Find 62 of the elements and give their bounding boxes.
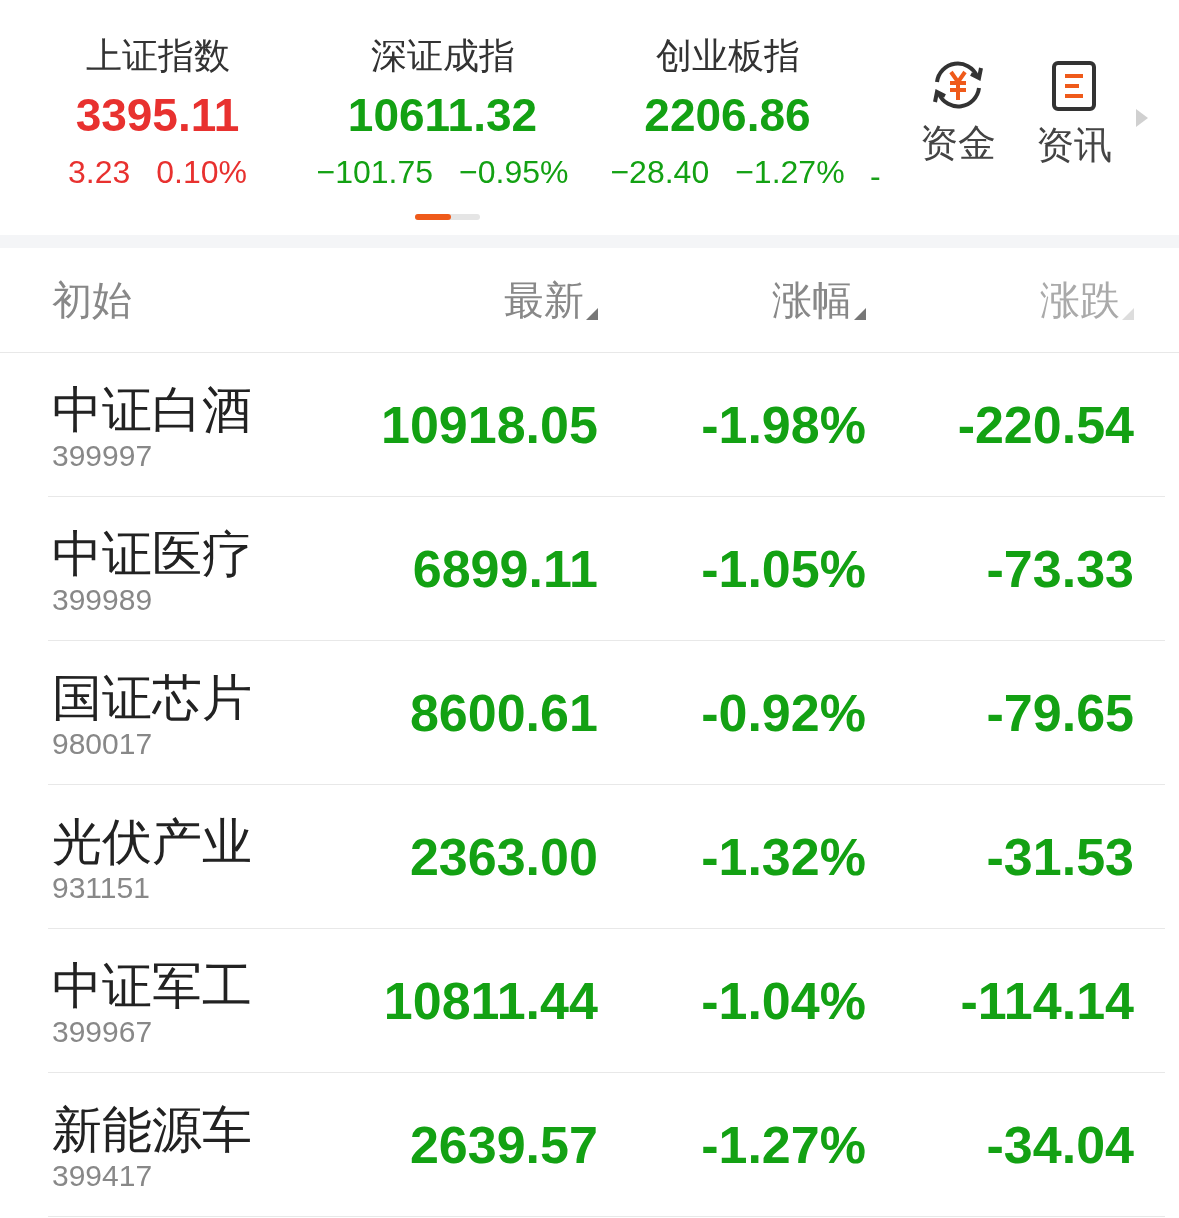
index-code: 399417	[52, 1160, 154, 1191]
sort-column-header[interactable]: 最新	[503, 280, 598, 320]
sort-icon	[1122, 308, 1134, 320]
index-value: 2206.86	[644, 92, 811, 138]
index-name: 国证芯片	[52, 672, 253, 723]
column-header: 初始	[52, 280, 132, 320]
index-card[interactable]: 深证成指 10611.32 −101.75 −0.95%	[300, 38, 585, 188]
change-percent: -0.92%	[701, 686, 866, 739]
index-card[interactable]: 创业板指 2206.86 −28.40 −1.27%	[585, 38, 870, 188]
change-amount: -31.53	[986, 830, 1134, 883]
index-row[interactable]: 光伏产业 931151 2363.00 -1.32% -31.53	[48, 785, 1165, 929]
document-icon	[1051, 60, 1097, 112]
index-card[interactable]: 上证指数 3395.11 3.23 0.10%	[15, 38, 300, 188]
index-row[interactable]: 国证芯片 980017 8600.61 -0.92% -79.65	[48, 641, 1165, 785]
shortcut-button[interactable]: 资讯	[1036, 60, 1112, 164]
index-code: 931151	[52, 872, 151, 903]
index-value: 3395.11	[75, 92, 240, 138]
index-row[interactable]: 新能源车 399417 2639.57 -1.27% -34.04	[48, 1073, 1165, 1217]
index-change: −101.75	[316, 156, 434, 188]
change-percent: -1.05%	[701, 542, 866, 595]
latest-price: 2639.57	[409, 1118, 598, 1171]
sort-icon	[853, 308, 866, 320]
latest-price: 2363.00	[409, 830, 598, 883]
index-change: -	[870, 160, 881, 192]
index-name: 创业板指	[655, 38, 800, 74]
latest-price: 8600.61	[409, 686, 598, 739]
change-amount: -73.33	[986, 542, 1134, 595]
change-percent: -1.27%	[701, 1118, 866, 1171]
change-amount: -220.54	[957, 398, 1134, 451]
index-code: 399989	[52, 584, 154, 615]
index-name: 中证白酒	[52, 384, 253, 435]
change-percent: -1.04%	[701, 974, 866, 1027]
index-name: 中证医疗	[52, 528, 253, 579]
index-code: 399997	[52, 440, 154, 471]
index-name: 新能源车	[52, 1104, 253, 1155]
index-change: 3.23	[68, 156, 131, 188]
change-percent: -1.32%	[701, 830, 866, 883]
index-name: 上证指数	[85, 38, 230, 74]
index-row[interactable]: 中证医疗 399989 6899.11 -1.05% -73.33	[48, 497, 1165, 641]
scroll-right-icon[interactable]	[1134, 108, 1150, 128]
shortcut-button[interactable]: 资金	[920, 60, 996, 164]
index-code: 980017	[52, 728, 154, 759]
change-amount: -34.04	[986, 1118, 1134, 1171]
change-amount: -79.65	[986, 686, 1134, 739]
change-percent: -1.98%	[701, 398, 866, 451]
latest-price: 10811.44	[383, 974, 598, 1027]
index-row[interactable]: 中证军工 399967 10811.44 -1.04% -114.14	[48, 929, 1165, 1073]
sort-icon	[585, 308, 598, 320]
index-change: −28.40	[610, 156, 710, 188]
index-name: 深证成指	[370, 38, 515, 74]
change-amount: -114.14	[960, 974, 1134, 1027]
index-code: 399967	[52, 1016, 154, 1047]
latest-price: 6899.11	[412, 542, 598, 595]
index-name: 光伏产业	[52, 816, 253, 867]
index-percent: 0.10%	[156, 156, 247, 188]
index-name: 中证军工	[52, 960, 253, 1011]
sort-column-header[interactable]: 涨幅	[771, 280, 866, 320]
latest-price: 10918.05	[381, 398, 598, 451]
index-percent: −1.27%	[735, 156, 845, 188]
index-row[interactable]: 中证白酒 399997 10918.05 -1.98% -220.54	[48, 353, 1165, 497]
index-percent: −0.95%	[459, 156, 569, 188]
index-value: 10611.32	[347, 92, 538, 138]
